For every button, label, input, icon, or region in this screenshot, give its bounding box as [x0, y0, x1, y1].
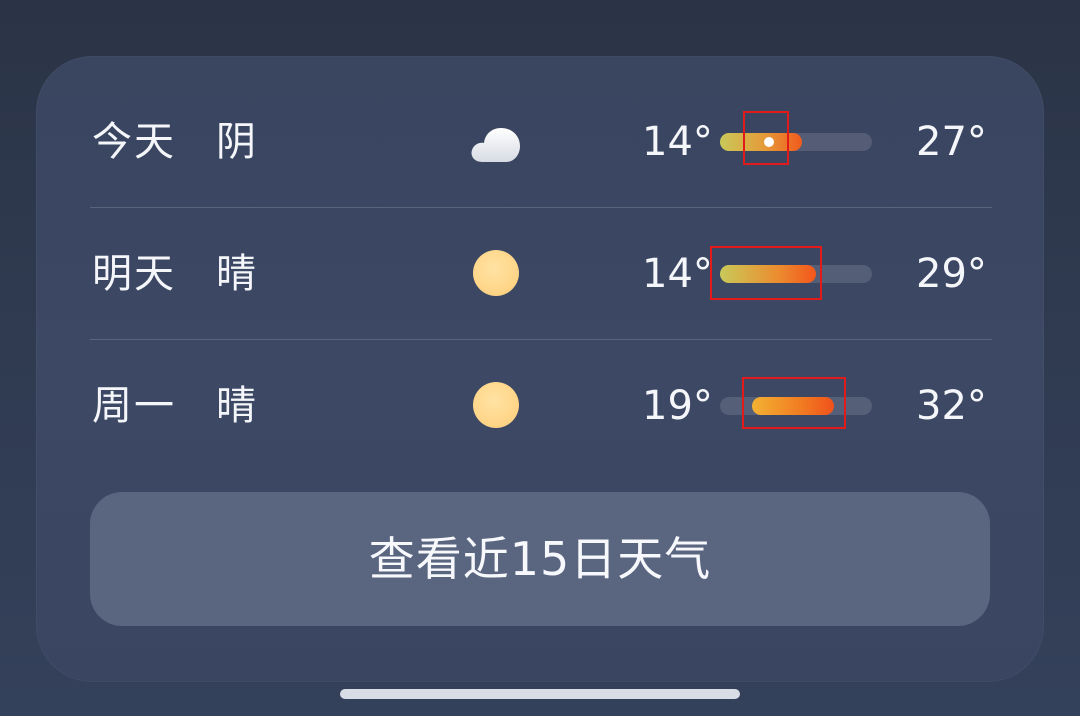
high-temp: 27°	[916, 119, 987, 165]
low-temp: 14°	[642, 119, 713, 165]
sun-icon	[473, 250, 519, 296]
high-temp: 29°	[916, 251, 987, 297]
forecast-row-today[interactable]: 今天 阴 14° 27°	[90, 76, 990, 208]
home-indicator[interactable]	[340, 689, 740, 699]
day-label: 今天	[92, 119, 176, 165]
forecast-row-tomorrow[interactable]: 明天 晴 14° 29°	[90, 208, 990, 340]
condition-label: 晴	[216, 251, 258, 297]
high-temp: 32°	[916, 383, 987, 429]
day-label: 周一	[92, 383, 176, 429]
highlight-box	[710, 246, 822, 300]
low-temp: 14°	[642, 251, 713, 297]
highlight-box	[742, 377, 846, 429]
highlight-box	[743, 111, 789, 165]
view-15-day-forecast-button[interactable]: 查看近15日天气	[90, 492, 990, 626]
forecast-row-monday[interactable]: 周一 晴 19° 32°	[90, 340, 990, 472]
day-label: 明天	[92, 251, 176, 297]
condition-label: 阴	[216, 119, 258, 165]
condition-label: 晴	[216, 383, 258, 429]
sun-icon	[473, 382, 519, 428]
cloud-icon	[468, 116, 524, 172]
low-temp: 19°	[642, 383, 713, 429]
